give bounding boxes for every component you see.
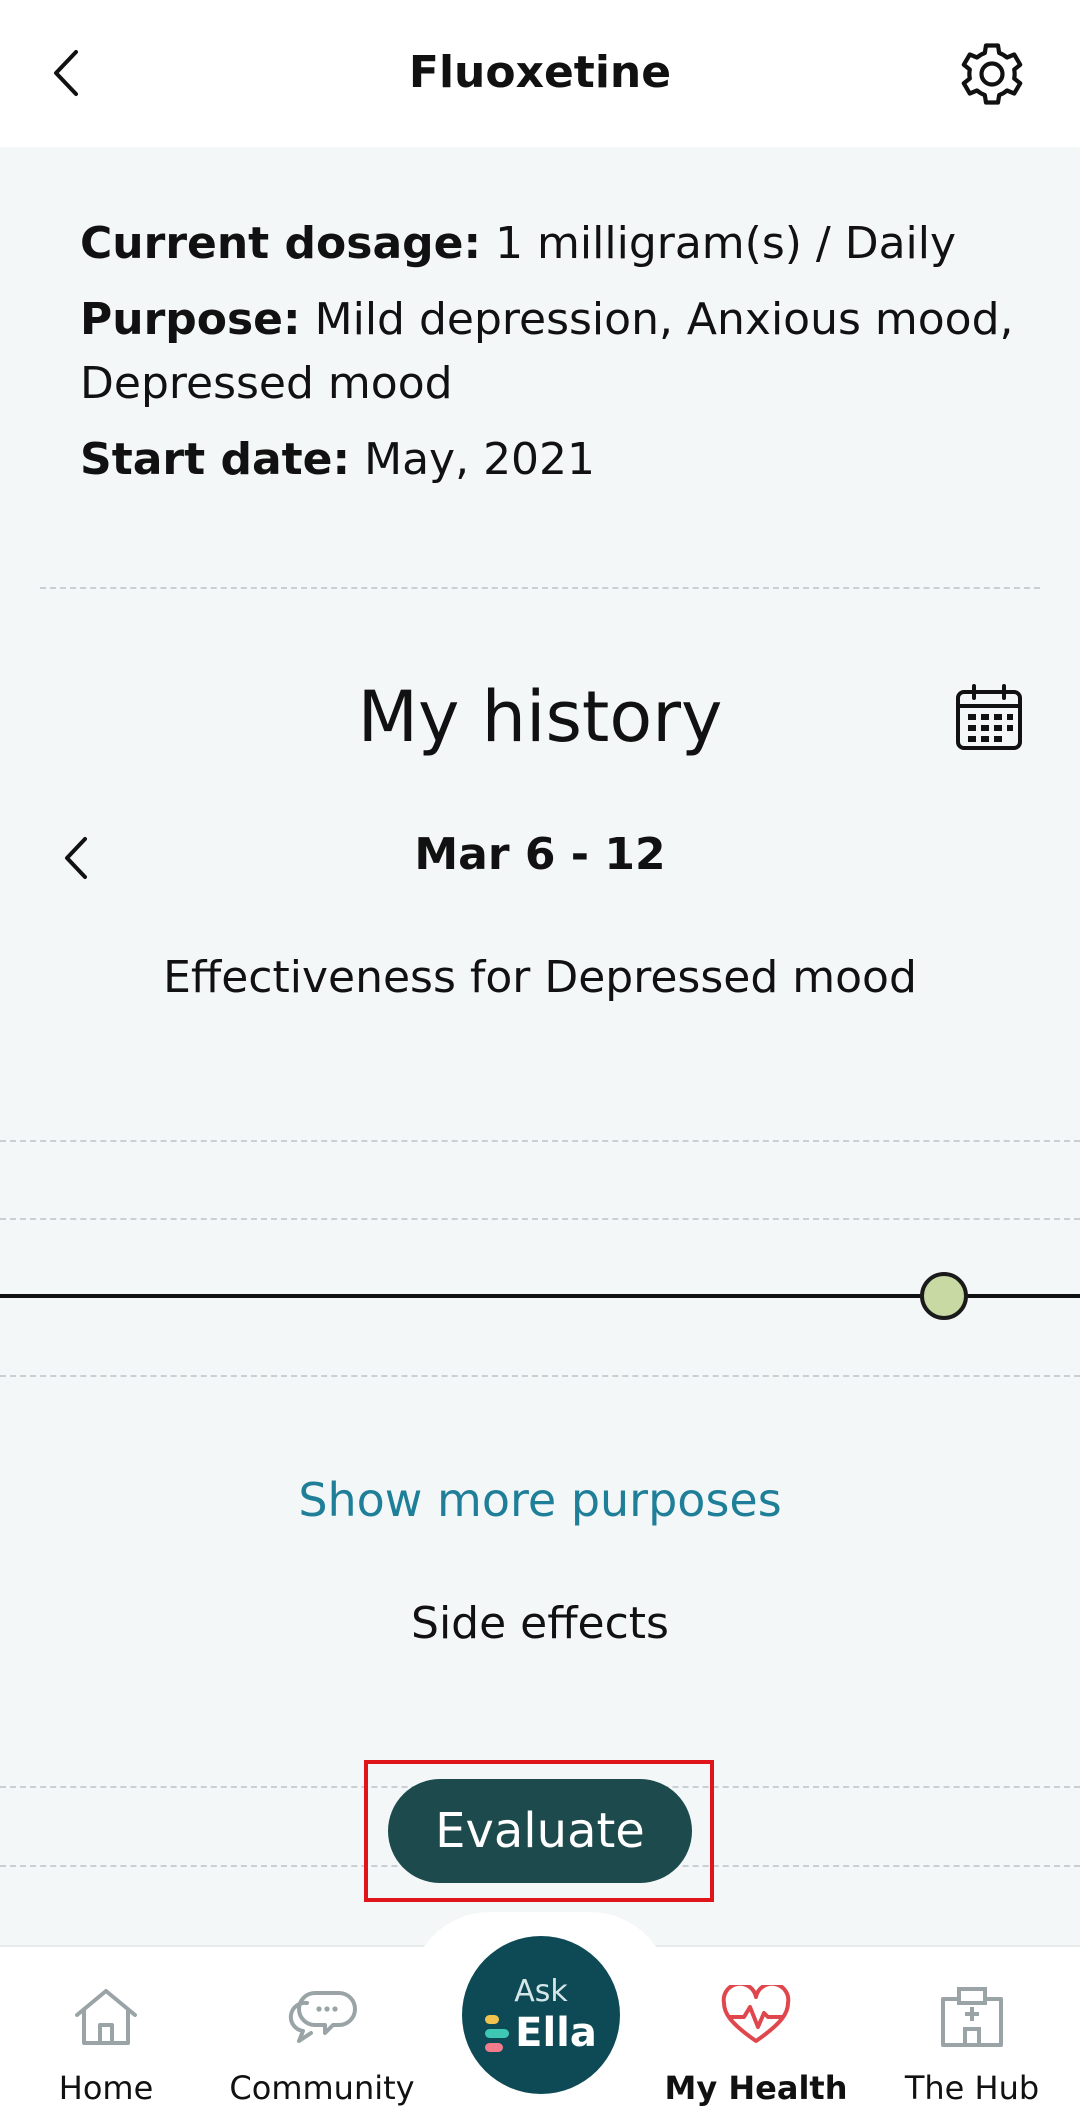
dosage-label: Current dosage: (80, 218, 482, 269)
effectiveness-trend-line (0, 1294, 1080, 1298)
ask-label: Ask (514, 1974, 568, 2009)
nav-community-label: Community (229, 2069, 415, 2107)
chart-gridline (0, 1140, 1080, 1142)
dosage-row: Current dosage: 1 milligram(s) / Daily (80, 212, 1020, 276)
page-title: Fluoxetine (408, 47, 672, 98)
chat-bubbles-icon (288, 1991, 357, 2043)
start-date-label: Start date: (80, 434, 351, 485)
ask-ella-button[interactable]: Ask Ella (462, 1936, 620, 2094)
hospital-icon (941, 1987, 1003, 2047)
nav-the-hub-label: The Hub (904, 2069, 1040, 2107)
top-bar: Fluoxetine (0, 0, 1080, 147)
chart-gridline (0, 1375, 1080, 1377)
calendar-icon (956, 684, 1022, 750)
section-divider (40, 587, 1040, 589)
history-title: My history (357, 676, 723, 758)
nav-home-label: Home (58, 2069, 154, 2107)
nav-my-health-label: My Health (664, 2069, 848, 2107)
chart-gridline (0, 1218, 1080, 1220)
start-date-row: Start date: May, 2021 (80, 428, 1020, 492)
start-date-value: May, 2021 (364, 434, 596, 485)
nav-home[interactable]: Home (6, 1983, 206, 2123)
effectiveness-data-point[interactable] (920, 1272, 968, 1320)
settings-button[interactable] (954, 36, 1030, 112)
calendar-button[interactable] (954, 682, 1024, 752)
side-effects-label: Side effects (411, 1598, 669, 1649)
ella-label: Ella (515, 2010, 597, 2056)
dosage-value: 1 milligram(s) / Daily (495, 218, 957, 269)
purpose-label: Purpose: (80, 294, 301, 345)
heart-pulse-icon (721, 1985, 791, 2043)
gear-icon (961, 43, 1023, 105)
week-range: Mar 6 - 12 (414, 829, 666, 880)
home-icon (75, 1989, 137, 2045)
ella-logo-icon (485, 2014, 510, 2052)
purpose-row: Purpose: Mild depression, Anxious mood, … (80, 288, 1020, 416)
medication-info: Current dosage: 1 milligram(s) / Daily P… (80, 212, 1020, 504)
nav-community[interactable]: Community (222, 1983, 422, 2123)
nav-my-health[interactable]: My Health (656, 1983, 856, 2123)
ella-row: Ella (485, 2011, 597, 2055)
evaluate-button[interactable]: Evaluate (388, 1779, 692, 1883)
effectiveness-title: Effectiveness for Depressed mood (163, 952, 917, 1003)
show-more-purposes-link[interactable]: Show more purposes (0, 1470, 1080, 1530)
nav-the-hub[interactable]: The Hub (872, 1983, 1072, 2123)
